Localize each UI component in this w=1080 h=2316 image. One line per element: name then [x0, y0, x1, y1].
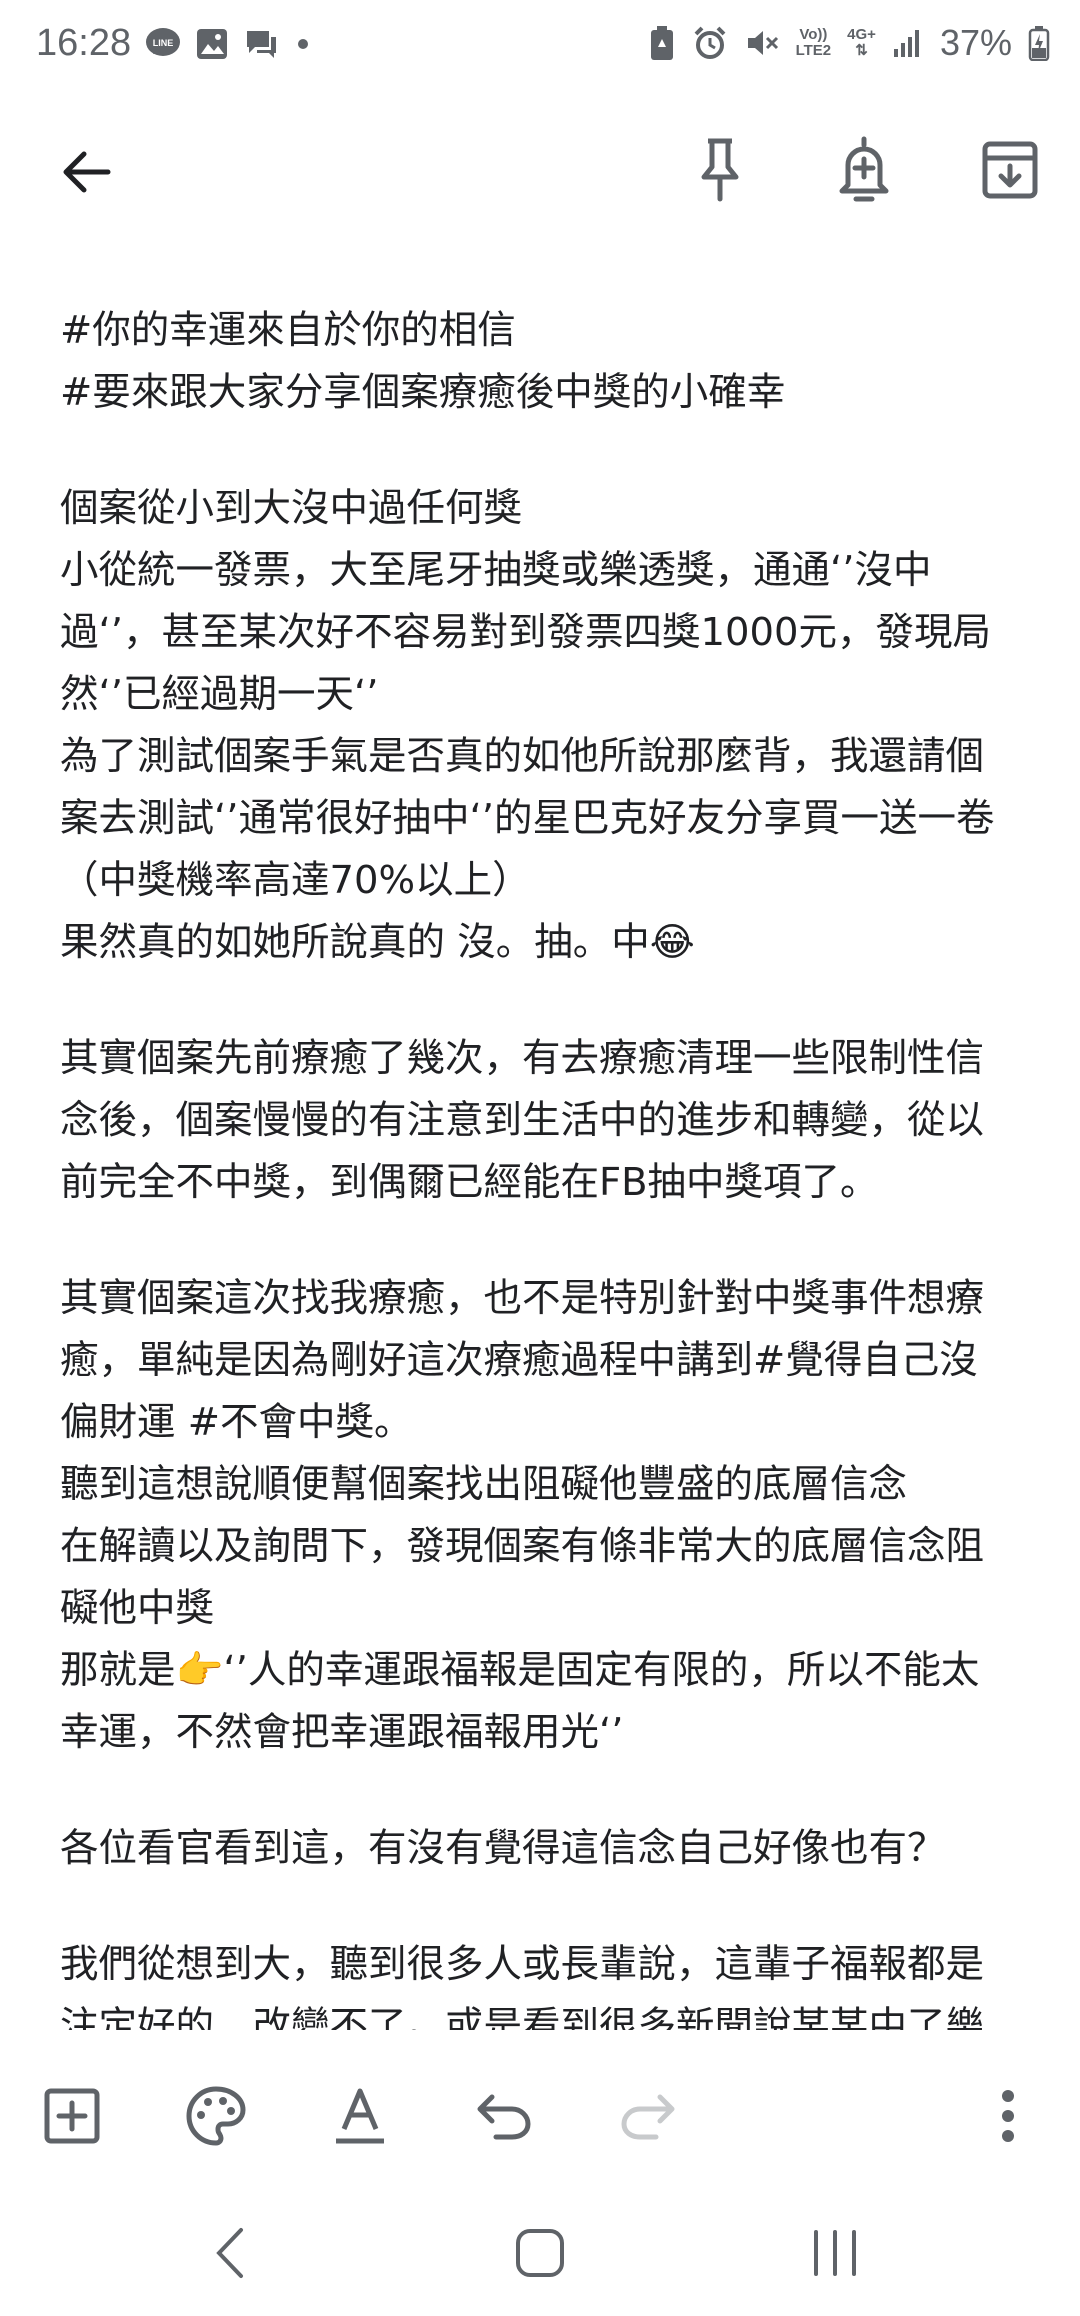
- line-app-icon: LINE: [145, 27, 181, 61]
- undo-button[interactable]: [468, 2080, 540, 2152]
- battery-charging-icon: [1028, 25, 1050, 61]
- add-box-icon: [44, 2088, 100, 2144]
- note-line: 那就是👉‘’人的幸運跟福報是固定有限的，所以不能太: [60, 1648, 980, 1693]
- more-notifications-dot-icon: [293, 34, 313, 54]
- note-line: 果然真的如她所說真的 沒。抽。中😂: [60, 920, 695, 965]
- note-line: 其實個案這次找我療癒，也不是特別針對中獎事件想療: [60, 1276, 985, 1321]
- pin-button[interactable]: [690, 134, 750, 206]
- status-time: 16:28: [36, 22, 132, 64]
- signal-icon: [892, 27, 924, 59]
- status-left: 16:28 LINE: [36, 22, 313, 65]
- bell-plus-icon: [839, 136, 889, 202]
- network-type-indicator: 4G+ ⇅: [847, 27, 876, 59]
- volte-label: Vo)): [799, 26, 828, 43]
- more-vert-icon: [1002, 2090, 1014, 2142]
- redo-button[interactable]: [612, 2080, 684, 2152]
- back-button[interactable]: [50, 140, 120, 204]
- lte2-label: LTE2: [795, 42, 832, 59]
- note-line: 案去測試‘’通常很好抽中‘’的星巴克好友分享買一送一卷: [60, 796, 995, 841]
- note-body-editor[interactable]: #你的幸運來自於你的相信 #要來跟大家分享個案療癒後中獎的小確幸 個案從小到大沒…: [60, 300, 1050, 2030]
- note-line-blank: [60, 1764, 1050, 1818]
- nav-home-button[interactable]: [505, 2218, 575, 2288]
- mute-icon: [744, 25, 780, 61]
- data-arrows-icon: ⇅: [855, 42, 868, 59]
- bottom-toolbar: [0, 2060, 1080, 2180]
- note-line: 幸運，不然會把幸運跟福報用光‘’: [60, 1710, 624, 1755]
- palette-icon: [186, 2086, 246, 2146]
- status-bar: 16:28 LINE Vo)) LTE2 4G+ ⇅ 37%: [0, 0, 1080, 96]
- note-line: 然‘’已經過期一天‘’: [60, 672, 379, 717]
- top-app-bar: [0, 120, 1080, 224]
- note-line: 注定好的，改變不了。或是看到很多新聞說某某中了樂: [60, 2004, 985, 2030]
- note-line: 念後，個案慢慢的有注意到生活中的進步和轉變，從以: [60, 1098, 985, 1143]
- status-right: Vo)) LTE2 4G+ ⇅ 37%: [648, 22, 1050, 64]
- battery-percent: 37%: [939, 22, 1012, 63]
- gallery-icon: [195, 27, 229, 61]
- note-line: 個案從小到大沒中過任何獎: [60, 486, 523, 531]
- note-line: #要來跟大家分享個案療癒後中獎的小確幸: [60, 370, 786, 415]
- archive-icon: [982, 141, 1038, 199]
- note-line-blank: [60, 1214, 1050, 1268]
- nav-back-icon: [216, 2228, 243, 2278]
- note-line: 偏財運 #不會中獎。: [60, 1400, 413, 1445]
- note-line: （中獎機率高達70%以上）: [60, 858, 531, 903]
- network-type-label: 4G+: [847, 26, 876, 43]
- note-line: 癒，單純是因為剛好這次療癒過程中講到#覺得自己沒: [60, 1338, 978, 1383]
- svg-text:LINE: LINE: [153, 38, 174, 48]
- undo-icon: [477, 2094, 531, 2140]
- note-line: 我們從想到大，聽到很多人或長輩說，這輩子福報都是: [60, 1942, 985, 1987]
- nav-recents-button[interactable]: [800, 2218, 870, 2288]
- nav-home-icon: [516, 2229, 564, 2277]
- nav-back-button[interactable]: [200, 2218, 260, 2288]
- note-line-blank: [60, 424, 1050, 478]
- note-line-blank: [60, 1880, 1050, 1934]
- note-line: 各位看官看到這，有沒有覺得這信念自己好像也有？: [60, 1826, 946, 1871]
- note-line: 礙他中獎: [60, 1586, 215, 1631]
- system-navigation-bar: [0, 2188, 1080, 2316]
- note-line-blank: [60, 974, 1050, 1028]
- note-line: 前完全不中獎，到偶爾已經能在FB抽中獎項了。: [60, 1160, 879, 1205]
- archive-button[interactable]: [978, 138, 1042, 202]
- more-options-button[interactable]: [972, 2080, 1044, 2152]
- alarm-icon: [692, 25, 728, 61]
- add-content-button[interactable]: [36, 2080, 108, 2152]
- text-format-icon: [336, 2088, 384, 2144]
- redo-icon: [621, 2094, 675, 2140]
- text-format-button[interactable]: [324, 2080, 396, 2152]
- note-line: 小從統一發票，大至尾牙抽獎或樂透獎，通通‘’沒中: [60, 548, 932, 593]
- reminder-button[interactable]: [832, 134, 896, 206]
- note-line: 其實個案先前療癒了幾次，有去療癒清理一些限制性信: [60, 1036, 985, 1081]
- note-line: 過‘’，甚至某次好不容易對到發票四獎1000元，發現局: [60, 610, 991, 655]
- note-line: 為了測試個案手氣是否真的如他所說那麼背，我還請個: [60, 734, 985, 779]
- note-line: 在解讀以及詢問下，發現個案有條非常大的底層信念阻: [60, 1524, 985, 1569]
- nav-recents-icon: [814, 2230, 856, 2276]
- arrow-left-icon: [63, 151, 111, 193]
- note-line: #你的幸運來自於你的相信: [60, 308, 516, 353]
- background-options-button[interactable]: [180, 2080, 252, 2152]
- note-line: 聽到這想說順便幫個案找出阻礙他豐盛的底層信念: [60, 1462, 908, 1507]
- battery-saver-icon: [648, 25, 676, 61]
- chat-bubbles-icon: [243, 27, 279, 61]
- volte-indicator: Vo)) LTE2: [796, 27, 832, 59]
- pin-icon: [701, 138, 739, 202]
